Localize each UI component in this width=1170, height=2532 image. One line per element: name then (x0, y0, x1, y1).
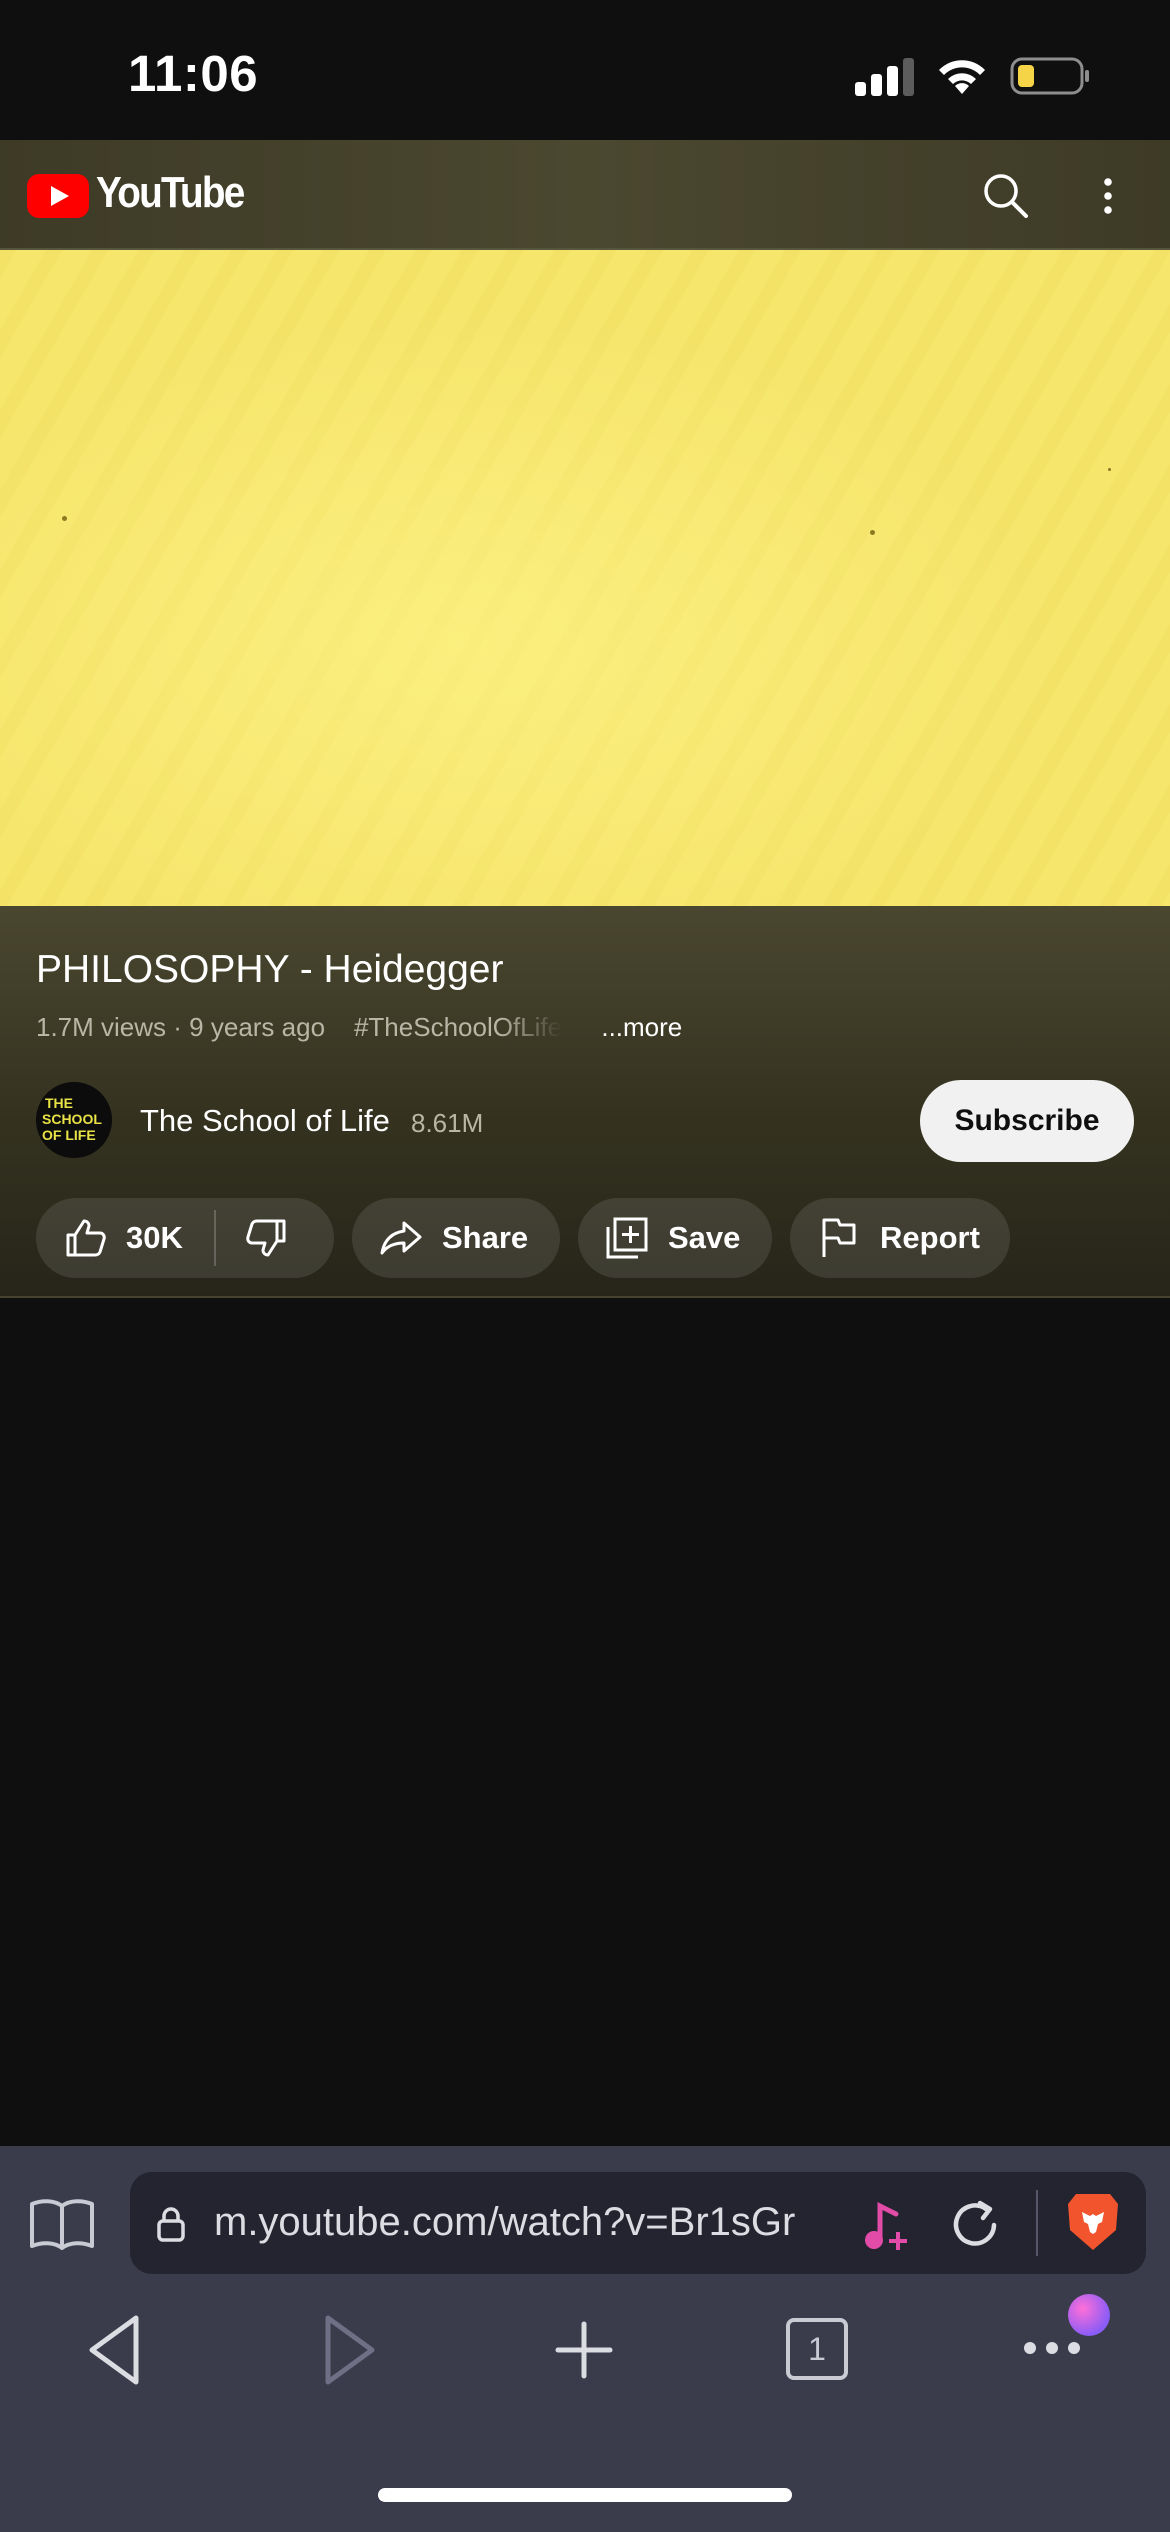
video-title[interactable]: PHILOSOPHY - Heidegger (36, 948, 504, 992)
youtube-logo-icon[interactable] (27, 174, 89, 218)
youtube-logo-text[interactable]: YouTube (96, 168, 245, 218)
share-icon (380, 1221, 422, 1255)
browser-nav-row: 1 (0, 2294, 1170, 2422)
save-playlist-icon (606, 1217, 648, 1259)
more-vert-icon[interactable] (1098, 170, 1118, 222)
music-playlist-icon[interactable] (860, 2200, 912, 2254)
share-button[interactable]: Share (352, 1198, 560, 1278)
brave-shield-icon[interactable] (1064, 2190, 1122, 2254)
back-icon[interactable] (82, 2312, 148, 2388)
meta-separator: · (173, 1012, 190, 1042)
reload-icon[interactable] (950, 2200, 1002, 2250)
video-meta[interactable]: 1.7M views · 9 years ago #TheSchoolOfLif… (36, 1012, 682, 1043)
subscriber-count: 8.61M (411, 1108, 484, 1138)
save-button[interactable]: Save (578, 1198, 772, 1278)
video-info-section: PHILOSOPHY - Heidegger 1.7M views · 9 ye… (0, 906, 1170, 1298)
video-speck (62, 516, 67, 521)
url-text[interactable]: m.youtube.com/watch?v=Br1sGr (214, 2200, 834, 2248)
view-count: 1.7M views (36, 1012, 167, 1042)
like-count[interactable]: 30K (126, 1220, 183, 1256)
like-divider (214, 1210, 216, 1266)
avatar-line-3: OF LIFE (42, 1127, 96, 1143)
youtube-header: YouTube (0, 140, 1170, 250)
page: 11:06 YouTube PHILOSOPHY - Heidegger 1.7… (0, 0, 1170, 2532)
browser-bottom-bar: m.youtube.com/watch?v=Br1sGr 1 (0, 2146, 1170, 2532)
bookmarks-icon[interactable] (28, 2196, 96, 2252)
avatar-line-1: THE (45, 1095, 73, 1111)
notification-badge-icon (1068, 2294, 1110, 2336)
save-label: Save (668, 1220, 741, 1255)
avatar-line-2: SCHOOL (42, 1111, 102, 1127)
report-label: Report (880, 1220, 980, 1255)
video-speck (870, 530, 875, 535)
home-indicator[interactable] (378, 2488, 792, 2502)
meta-gap (332, 1012, 346, 1042)
status-bar: 11:06 (0, 0, 1170, 140)
empty-content-area (0, 1298, 1170, 2146)
lock-icon (157, 2207, 185, 2242)
video-speck (1108, 468, 1111, 471)
wifi-icon (939, 60, 985, 94)
menu-icon[interactable] (1022, 2338, 1082, 2358)
tabs-icon[interactable]: 1 (786, 2318, 848, 2380)
search-icon[interactable] (980, 170, 1032, 222)
flag-icon (822, 1218, 856, 1257)
status-time: 11:06 (128, 45, 259, 102)
dislike-icon[interactable] (244, 1215, 290, 1261)
share-label: Share (442, 1220, 529, 1255)
channel-avatar[interactable]: THE SCHOOL OF LIFE (36, 1082, 112, 1158)
url-field[interactable]: m.youtube.com/watch?v=Br1sGr (130, 2172, 1146, 2274)
channel-name[interactable]: The School of Life (140, 1103, 390, 1139)
battery-icon (1010, 57, 1089, 95)
url-divider (1036, 2190, 1038, 2256)
like-icon[interactable] (62, 1215, 108, 1261)
upload-age: 9 years ago (189, 1012, 326, 1042)
more-link[interactable]: ...more (601, 1012, 682, 1042)
video-player[interactable] (0, 250, 1170, 906)
report-button[interactable]: Report (790, 1198, 1010, 1278)
cellular-signal-icon (855, 58, 915, 96)
subscribe-button[interactable]: Subscribe (920, 1080, 1134, 1162)
hashtag-link[interactable]: #TheSchoolOfLife (354, 1012, 562, 1043)
forward-icon[interactable] (316, 2312, 382, 2388)
like-dislike-pill: 30K (36, 1198, 334, 1278)
add-tab-icon[interactable] (554, 2320, 614, 2380)
